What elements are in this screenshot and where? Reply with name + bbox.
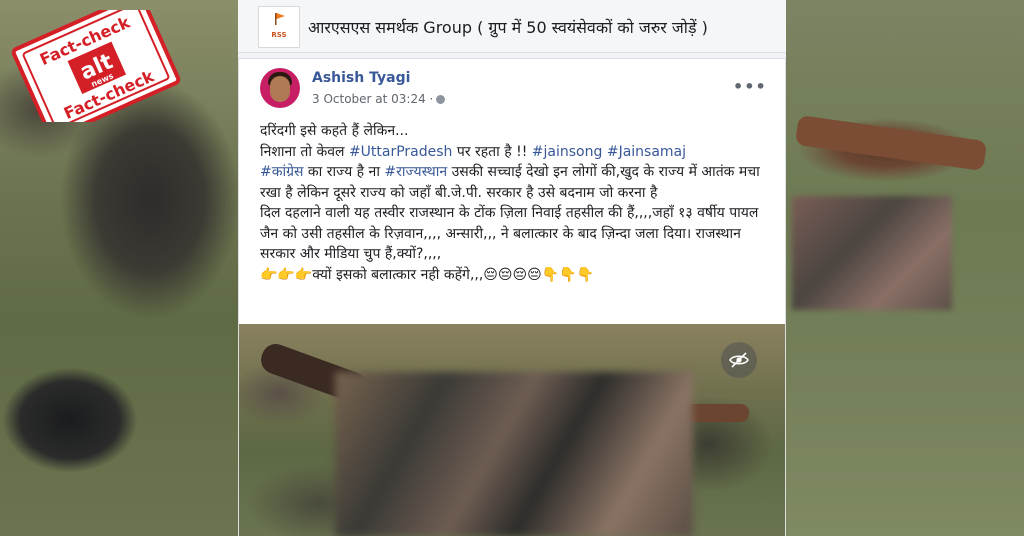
group-title[interactable]: आरएसएस समर्थक Group ( ग्रुप में 50 स्वयं… (308, 16, 708, 38)
post-line-2: निशाना तो केवल #UttarPradesh पर रहता है … (260, 143, 687, 160)
hashtag-link[interactable]: #Jainsamaj (607, 144, 686, 160)
globe-icon (436, 95, 446, 104)
avatar[interactable] (260, 68, 300, 108)
hashtag-link[interactable]: #UttarPradesh (349, 144, 453, 160)
eye-slash-icon (729, 352, 749, 368)
post-line-1: दरिंदगी इसे कहते हैं लेकिन... (260, 123, 409, 139)
timestamp-text: 3 October at 03:24 · (312, 92, 434, 106)
hashtag-link[interactable]: #राज्यस्थान (384, 164, 447, 180)
hashtag-link[interactable]: #jainsong (532, 144, 603, 160)
group-logo-text: RSS (271, 31, 287, 39)
post-line-5: 👉👉👉क्यों इसको बलात्कार नही कहेंगे,,,😔😔😔😔… (260, 266, 594, 283)
group-logo[interactable]: RSS (258, 6, 300, 48)
fact-check-stamp: Fact-check alt news Fact-check (11, 10, 181, 122)
hashtag-link[interactable]: #कांग्रेस (260, 164, 303, 180)
saffron-flag-icon (275, 13, 285, 25)
more-options-icon[interactable]: ••• (733, 77, 767, 96)
post-line-3: #कांग्रेस का राज्य है ना #राज्यस्थान उसक… (260, 164, 760, 201)
author-name[interactable]: Ashish Tyagi (312, 70, 410, 86)
post-card: Ashish Tyagi 3 October at 03:24 · ••• दर… (238, 58, 786, 536)
post-body: दरिंदगी इसे कहते हैं लेकिन... निशाना तो … (260, 121, 772, 285)
group-header: RSS आरएसएस समर्थक Group ( ग्रुप में 50 स… (238, 0, 786, 53)
post-timestamp[interactable]: 3 October at 03:24 · (312, 92, 446, 106)
post-photo[interactable] (239, 324, 785, 536)
hide-content-button[interactable] (721, 342, 757, 378)
blurred-region (335, 372, 693, 536)
facebook-post-screenshot: RSS आरएसएस समर्थक Group ( ग्रुप में 50 स… (238, 0, 786, 536)
post-line-4: दिल दहलाने वाली यह तस्वीर राजस्थान के टो… (260, 205, 759, 262)
blurred-region-right (792, 196, 952, 310)
